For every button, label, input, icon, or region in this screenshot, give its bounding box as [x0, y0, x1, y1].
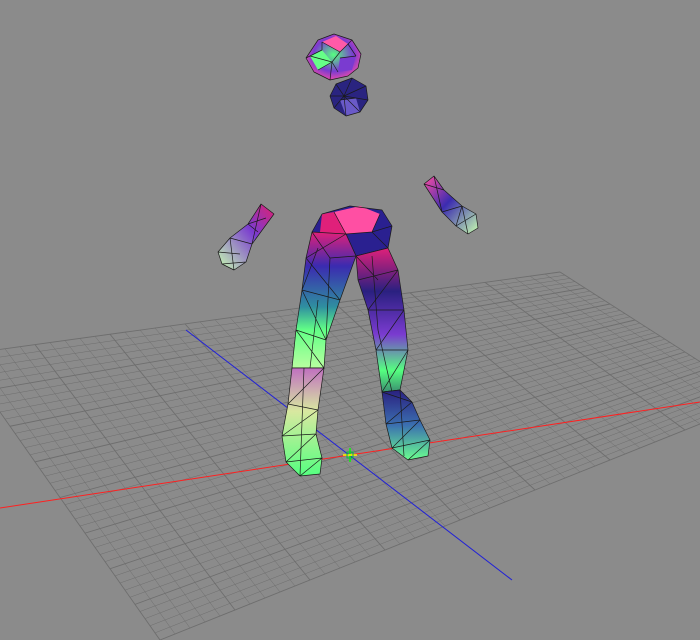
left-forearm[interactable]: [217, 203, 275, 271]
right-forearm[interactable]: [423, 175, 479, 235]
grid-line: [529, 275, 700, 392]
grid-line: [544, 273, 700, 377]
grid-line: [0, 274, 566, 358]
right-leg[interactable]: [355, 247, 409, 393]
grid-line: [149, 412, 700, 626]
grid-line: [0, 364, 191, 629]
grid-line: [159, 423, 700, 640]
left-boot[interactable]: [281, 367, 325, 477]
hair-bun[interactable]: [305, 33, 362, 81]
head[interactable]: [329, 77, 369, 117]
3d-scene[interactable]: [0, 0, 700, 640]
grid-line: [559, 271, 700, 363]
grid-line: [0, 271, 561, 350]
3d-viewport[interactable]: [0, 0, 700, 640]
